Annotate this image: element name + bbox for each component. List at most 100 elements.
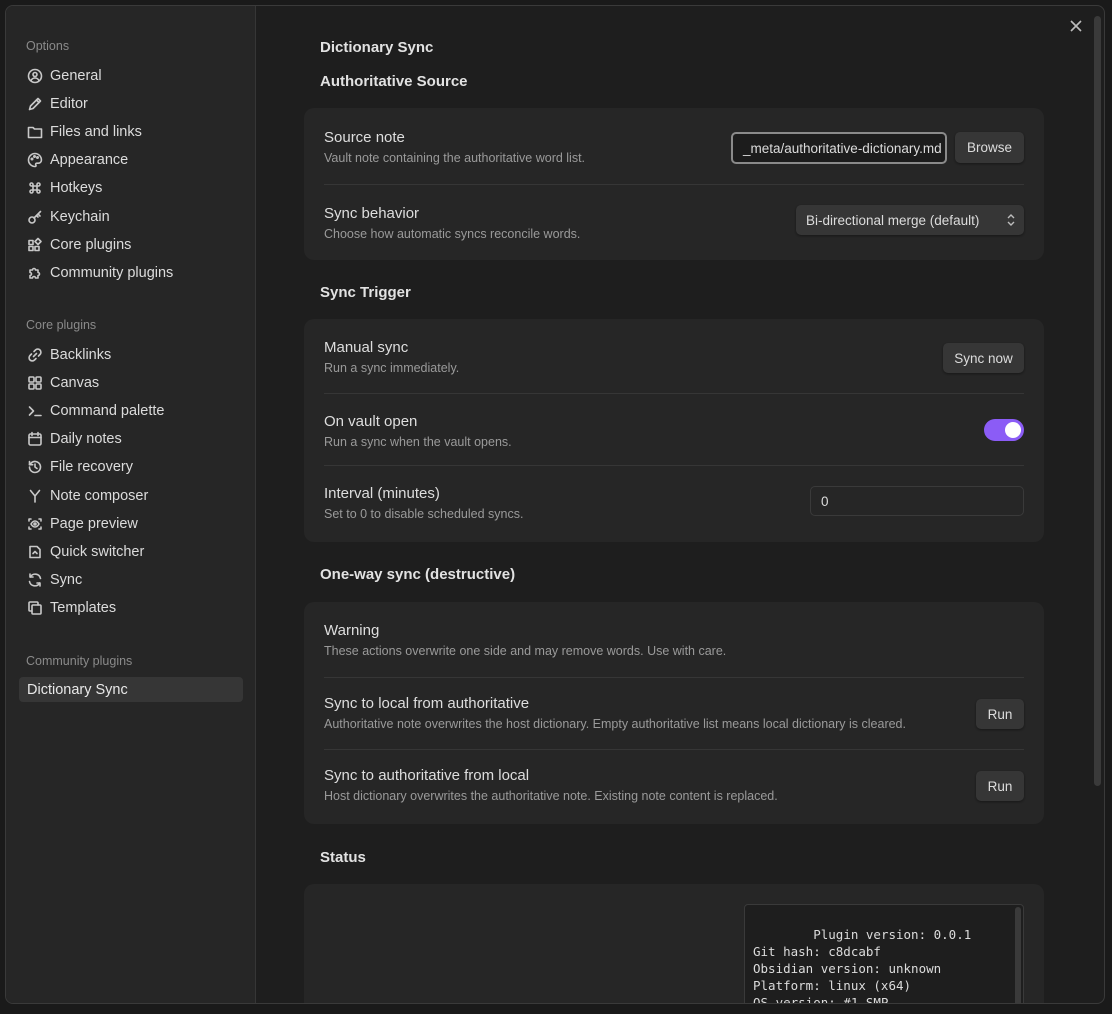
history-icon <box>26 458 44 476</box>
sidebar-item-label: Hotkeys <box>50 179 103 196</box>
sidebar-heading-options: Options <box>26 39 70 53</box>
setting-description: Host dictionary overwrites the authorita… <box>324 789 778 803</box>
content-scrollbar[interactable] <box>1094 16 1101 786</box>
templates-icon <box>26 599 44 617</box>
section-heading-one-way-sync: One-way sync (destructive) <box>320 566 516 583</box>
sidebar-item-label: Templates <box>50 599 117 616</box>
authoritative-source-card: Source note Vault note containing the au… <box>304 108 1044 260</box>
source-note-input[interactable]: _meta/authoritative-dictionary.md <box>731 132 947 164</box>
run-to-local-button[interactable]: Run <box>976 699 1024 729</box>
folder-icon <box>26 123 44 141</box>
sidebar-item-keychain[interactable]: Keychain <box>19 204 243 229</box>
general-icon <box>26 67 44 85</box>
sidebar-item-backlinks[interactable]: Backlinks <box>19 342 243 367</box>
sidebar-item-label: Community plugins <box>50 264 174 281</box>
setting-name: Source note <box>324 129 405 146</box>
setting-description: Vault note containing the authoritative … <box>324 151 586 165</box>
sidebar-item-label: Note composer <box>50 487 149 504</box>
sidebar-item-core-plugins[interactable]: Core plugins <box>19 232 243 257</box>
sidebar-item-general[interactable]: General <box>19 63 243 88</box>
sidebar-item-templates[interactable]: Templates <box>19 595 243 620</box>
pencil-icon <box>26 95 44 113</box>
sidebar-item-hotkeys[interactable]: Hotkeys <box>19 175 243 200</box>
sidebar-item-label: File recovery <box>50 458 133 475</box>
sidebar-item-files-and-links[interactable]: Files and links <box>19 119 243 144</box>
sidebar-item-label: Sync <box>50 571 83 588</box>
sidebar-item-dictionary-sync[interactable]: Dictionary Sync <box>19 677 243 702</box>
sidebar-item-note-composer[interactable]: Note composer <box>19 483 243 508</box>
status-scrollbar[interactable] <box>1015 907 1021 1003</box>
sidebar-item-sync[interactable]: Sync <box>19 567 243 592</box>
chevron-up-down-icon <box>1007 214 1015 226</box>
sidebar-item-appearance[interactable]: Appearance <box>19 147 243 172</box>
sidebar-item-label: Keychain <box>50 208 110 225</box>
sync-icon <box>26 571 44 589</box>
sidebar-heading-core-plugins: Core plugins <box>26 318 97 332</box>
run-to-authoritative-button[interactable]: Run <box>976 771 1024 801</box>
one-way-sync-card: Warning These actions overwrite one side… <box>304 602 1044 824</box>
sidebar-item-label: Page preview <box>50 515 138 532</box>
settings-content: Dictionary Sync Authoritative Source Sou… <box>256 6 1104 1003</box>
palette-icon <box>26 151 44 169</box>
link-icon <box>26 346 44 364</box>
browse-button[interactable]: Browse <box>955 132 1024 163</box>
setting-name: Interval (minutes) <box>324 485 440 502</box>
sidebar-item-label: Daily notes <box>50 430 122 447</box>
page-title: Dictionary Sync <box>320 39 434 56</box>
setting-name: Sync to local from authoritative <box>324 695 530 712</box>
setting-name: On vault open <box>324 413 418 430</box>
setting-name: Sync to authoritative from local <box>324 767 530 784</box>
on-vault-open-toggle[interactable] <box>984 419 1024 441</box>
select-value: Bi-directional merge (default) <box>806 212 980 228</box>
setting-sync-to-local: Sync to local from authoritative Authori… <box>324 677 1024 749</box>
setting-description: These actions overwrite one side and may… <box>324 644 727 658</box>
setting-on-vault-open: On vault open Run a sync when the vault … <box>324 393 1024 465</box>
sidebar-item-file-recovery[interactable]: File recovery <box>19 454 243 479</box>
setting-sync-behavior: Sync behavior Choose how automatic syncs… <box>324 184 1024 260</box>
preview-icon <box>26 515 44 533</box>
setting-description: Choose how automatic syncs reconcile wor… <box>324 227 581 241</box>
sync-behavior-select[interactable]: Bi-directional merge (default) <box>796 205 1024 235</box>
section-heading-status: Status <box>320 849 366 866</box>
sidebar-item-community-plugins[interactable]: Community plugins <box>19 260 243 285</box>
section-heading-sync-trigger: Sync Trigger <box>320 284 411 301</box>
setting-name: Manual sync <box>324 339 409 356</box>
sidebar-item-page-preview[interactable]: Page preview <box>19 511 243 536</box>
sidebar-item-daily-notes[interactable]: Daily notes <box>19 426 243 451</box>
status-textarea[interactable]: Plugin version: 0.0.1 Git hash: c8dcabf … <box>744 904 1024 1004</box>
sidebar-item-label: Appearance <box>50 151 129 168</box>
settings-sidebar: Options General Editor Files and links A… <box>6 6 256 1003</box>
setting-name: Sync behavior <box>324 205 420 222</box>
sidebar-item-label: General <box>50 67 102 84</box>
sidebar-item-label: Quick switcher <box>50 543 145 560</box>
setting-sync-to-authoritative: Sync to authoritative from local Host di… <box>324 749 1024 824</box>
merge-icon <box>26 487 44 505</box>
sidebar-item-canvas[interactable]: Canvas <box>19 370 243 395</box>
settings-modal: Options General Editor Files and links A… <box>5 5 1105 1004</box>
calendar-icon <box>26 430 44 448</box>
setting-source-note: Source note Vault note containing the au… <box>324 108 1024 184</box>
setting-manual-sync: Manual sync Run a sync immediately. Sync… <box>324 319 1024 393</box>
setting-description: Run a sync immediately. <box>324 361 460 375</box>
canvas-icon <box>26 374 44 392</box>
interval-input[interactable]: 0 <box>810 486 1024 516</box>
sidebar-item-label: Core plugins <box>50 236 132 253</box>
terminal-icon <box>26 402 44 420</box>
setting-description: Authoritative note overwrites the host d… <box>324 717 906 731</box>
setting-warning: Warning These actions overwrite one side… <box>324 602 1024 677</box>
status-text: Plugin version: 0.0.1 Git hash: c8dcabf … <box>753 927 972 1004</box>
setting-interval: Interval (minutes) Set to 0 to disable s… <box>324 465 1024 542</box>
sidebar-item-label: Canvas <box>50 374 100 391</box>
sync-now-button[interactable]: Sync now <box>943 343 1024 373</box>
setting-name: Warning <box>324 622 380 639</box>
setting-description: Set to 0 to disable scheduled syncs. <box>324 507 524 521</box>
sidebar-item-command-palette[interactable]: Command palette <box>19 398 243 423</box>
sidebar-item-quick-switcher[interactable]: Quick switcher <box>19 539 243 564</box>
setting-description: Run a sync when the vault opens. <box>324 435 512 449</box>
plug-icon <box>26 236 44 254</box>
status-card: Plugin version: 0.0.1 Git hash: c8dcabf … <box>304 884 1044 1004</box>
quick-switch-icon <box>26 543 44 561</box>
sidebar-item-label: Command palette <box>50 402 165 419</box>
sidebar-item-editor[interactable]: Editor <box>19 91 243 116</box>
sidebar-item-label: Dictionary Sync <box>27 681 128 698</box>
